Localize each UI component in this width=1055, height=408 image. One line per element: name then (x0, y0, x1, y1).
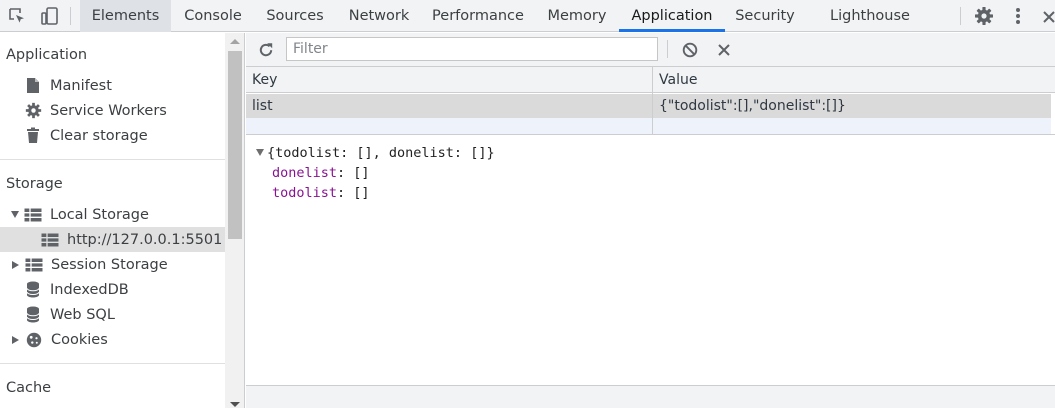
section-heading-cache: Cache (6, 380, 52, 396)
collapse-triangle-icon[interactable] (12, 335, 19, 344)
property-key: donelist (272, 165, 338, 181)
sidebar-item-indexeddb[interactable]: IndexedDB (24, 277, 129, 302)
column-divider[interactable] (652, 67, 653, 134)
sidebar-item-web-sql[interactable]: Web SQL (24, 302, 115, 327)
expand-triangle-icon[interactable] (256, 149, 264, 156)
delete-selected-icon[interactable] (715, 34, 733, 66)
sidebar-item-cookies[interactable]: Cookies (11, 327, 108, 352)
scrollbar-thumb[interactable] (228, 51, 242, 239)
tab-security[interactable]: Security (733, 0, 797, 32)
devtools-toolbar: Elements Console Sources Network Perform… (0, 0, 1055, 32)
tab-console[interactable]: Console (178, 0, 248, 32)
sidebar-item-service-workers[interactable]: Service Workers (24, 98, 167, 123)
section-divider (0, 363, 225, 364)
collapse-triangle-icon[interactable] (12, 260, 19, 269)
toolbar-separator (960, 7, 961, 25)
tab-elements[interactable]: Elements (80, 0, 171, 32)
sidebar-item-manifest[interactable]: Manifest (24, 73, 112, 98)
table-row-empty[interactable] (246, 118, 1051, 134)
table-header: Key Value (246, 67, 1055, 93)
grid-icon (24, 206, 42, 224)
table-row[interactable]: list {"todolist":[],"donelist":[]} (246, 94, 1051, 118)
trash-icon (24, 127, 42, 145)
more-options-icon[interactable] (1008, 0, 1028, 32)
preview-property: donelist: [] (256, 163, 495, 183)
tab-network[interactable]: Network (342, 0, 416, 32)
property-key: todolist (272, 185, 338, 201)
row-value-cell[interactable]: {"todolist":[],"donelist":[]} (653, 94, 1051, 118)
active-tab-indicator (619, 29, 725, 32)
toolbar-separator (70, 7, 71, 25)
sidebar-scrollbar[interactable] (225, 33, 244, 408)
property-colon: : (337, 165, 354, 181)
section-heading-application: Application (6, 47, 88, 63)
sidebar-item-clear-storage[interactable]: Clear storage (24, 123, 148, 148)
property-colon: : (337, 185, 354, 201)
preview-summary: {todolist: [], donelist: []} (267, 145, 495, 161)
section-heading-storage: Storage (6, 176, 63, 192)
sidebar-item-label: Service Workers (50, 102, 167, 119)
close-icon[interactable] (1040, 0, 1055, 32)
sidebar-item-local-origin[interactable]: http://127.0.0.1:5501 (0, 227, 225, 252)
sidebar-item-local-storage[interactable]: Local Storage (11, 202, 149, 227)
scroll-up-arrow-icon[interactable] (230, 39, 240, 44)
database-icon (24, 306, 42, 324)
sidebar-item-label: Clear storage (50, 127, 148, 144)
table-bottom-border (246, 134, 1055, 135)
column-header-key[interactable]: Key (246, 67, 652, 92)
sidebar-item-label: http://127.0.0.1:5501 (67, 231, 223, 248)
sidebar-item-label: Cookies (51, 331, 108, 348)
filter-toolbar (246, 33, 1055, 67)
refresh-icon[interactable] (256, 34, 276, 66)
expand-triangle-icon[interactable] (11, 211, 19, 218)
gear-icon (24, 102, 42, 120)
inspect-element-icon[interactable] (6, 0, 28, 32)
application-sidebar: Application Manifest Service Workers Cle… (0, 33, 245, 408)
sidebar-item-label: Web SQL (50, 306, 115, 323)
storage-panel: Key Value list {"todolist":[],"donelist"… (246, 33, 1055, 408)
filter-input[interactable] (286, 37, 658, 61)
tab-application[interactable]: Application (619, 0, 725, 32)
tab-lighthouse[interactable]: Lighthouse (818, 0, 922, 32)
tab-sources[interactable]: Sources (260, 0, 330, 32)
sidebar-item-label: Manifest (50, 77, 112, 94)
database-icon (24, 281, 42, 299)
grid-icon (25, 256, 43, 274)
property-value: [] (353, 185, 370, 201)
settings-gear-icon[interactable] (972, 0, 996, 32)
value-preview: {todolist: [], donelist: []} donelist: [… (256, 143, 495, 203)
file-icon (24, 77, 42, 95)
panel-status-bar (246, 385, 1055, 408)
property-value: [] (353, 165, 370, 181)
clear-all-icon[interactable] (680, 34, 700, 66)
column-header-value[interactable]: Value (653, 67, 1053, 92)
device-toolbar-icon[interactable] (38, 0, 62, 32)
sidebar-item-session-storage[interactable]: Session Storage (11, 252, 168, 277)
sidebar-item-label: IndexedDB (50, 281, 129, 298)
sidebar-item-label: Local Storage (50, 206, 149, 223)
tab-memory[interactable]: Memory (542, 0, 612, 32)
preview-summary-line[interactable]: {todolist: [], donelist: []} (256, 143, 495, 163)
section-divider (0, 159, 225, 160)
grid-icon (41, 231, 59, 249)
sidebar-item-label: Session Storage (51, 256, 168, 273)
cookie-icon (25, 331, 43, 349)
scroll-down-arrow-icon[interactable] (230, 402, 240, 407)
toolbar-separator (667, 40, 668, 58)
tab-performance[interactable]: Performance (428, 0, 528, 32)
preview-property: todolist: [] (256, 183, 495, 203)
row-key-cell[interactable]: list (246, 94, 652, 118)
